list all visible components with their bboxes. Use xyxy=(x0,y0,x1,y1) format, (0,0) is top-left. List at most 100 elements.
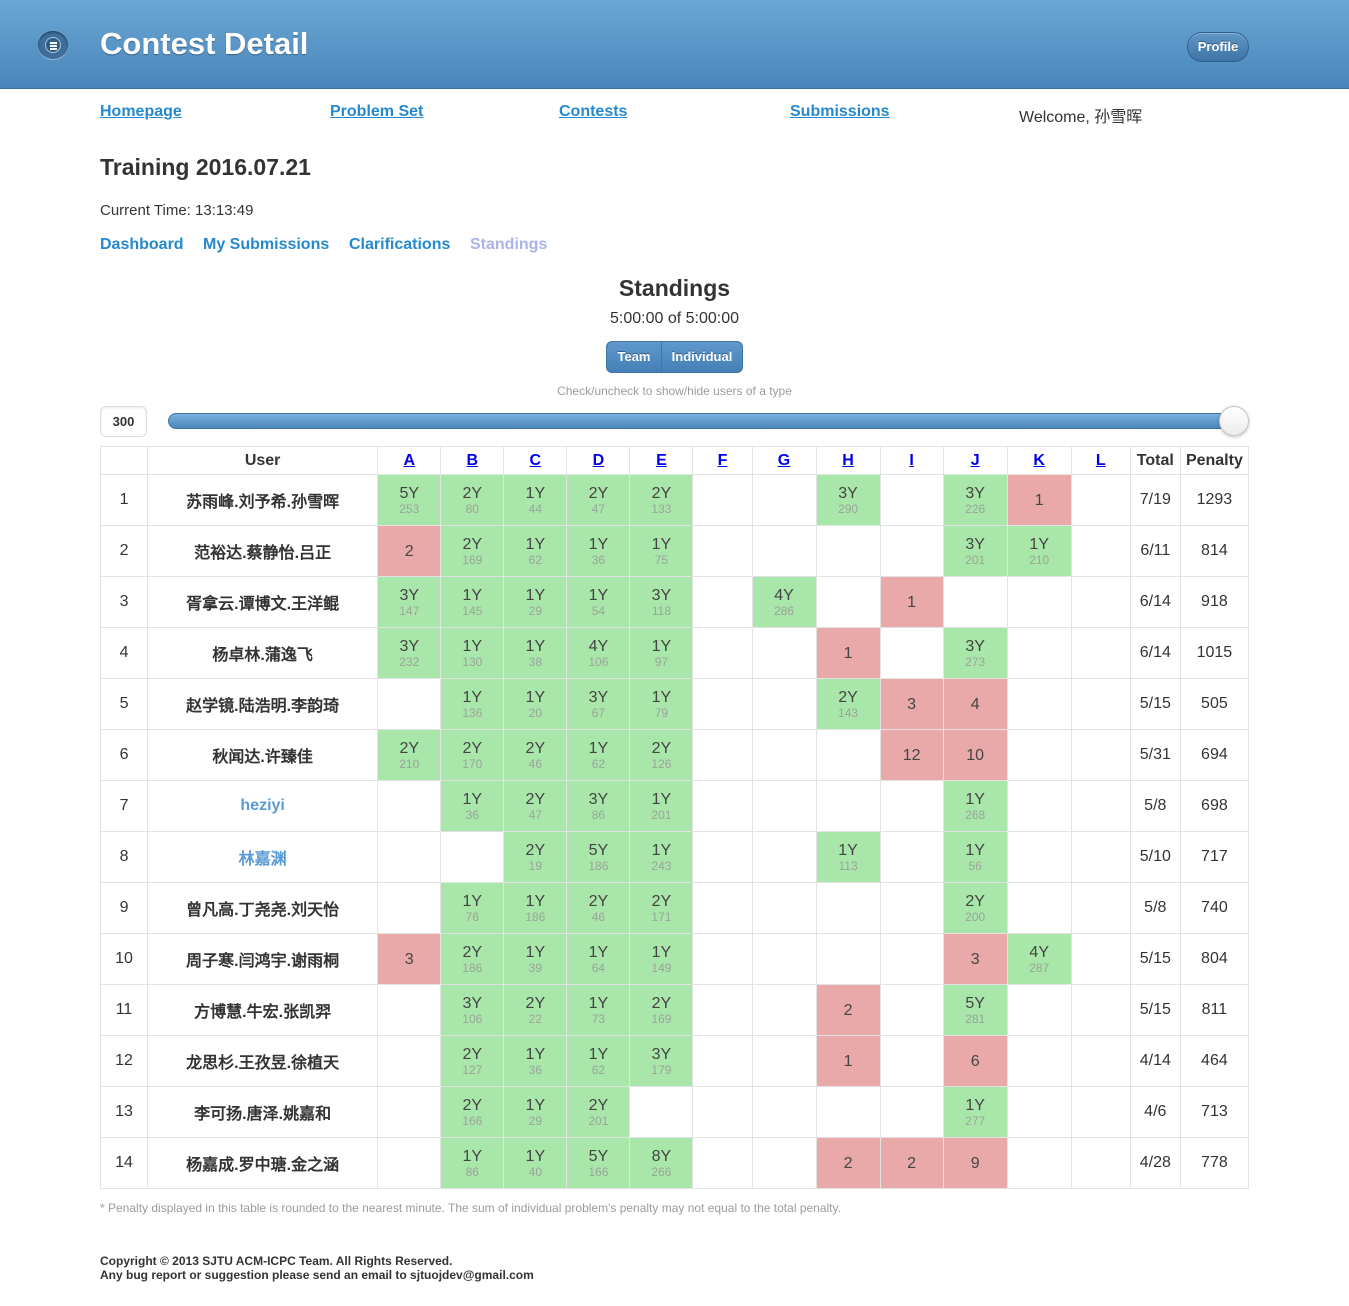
problem-cell xyxy=(692,627,753,679)
solve-time-text: 38 xyxy=(528,654,543,669)
problem-cell: 1Y 62 xyxy=(566,1035,631,1087)
problem-link-h[interactable]: H xyxy=(842,452,854,469)
solve-time-text: 287 xyxy=(1029,960,1050,975)
solve-time-text: 47 xyxy=(528,807,543,822)
problem-cell xyxy=(815,1086,881,1138)
user-type-toggle: Team Individual xyxy=(606,341,743,373)
problem-header-f: F xyxy=(692,446,753,475)
tab-my-submissions[interactable]: My Submissions xyxy=(203,236,329,254)
problem-link-e[interactable]: E xyxy=(656,452,667,469)
problem-cell xyxy=(1006,1137,1072,1189)
attempts-text: 3Y xyxy=(965,637,985,655)
solve-time-text: 286 xyxy=(774,603,795,618)
solve-time-text: 200 xyxy=(965,909,986,924)
problem-cell xyxy=(692,576,753,628)
solve-time-text: 22 xyxy=(528,1011,543,1026)
tab-dashboard[interactable]: Dashboard xyxy=(100,236,184,254)
rank-cell: 4 xyxy=(99,627,149,679)
problem-cell: 2Y 171 xyxy=(629,882,694,934)
attempts-text: 3Y xyxy=(965,484,985,502)
problem-cell: 2Y 169 xyxy=(440,525,505,577)
problem-cell: 2Y 170 xyxy=(440,729,505,781)
total-cell: 5/15 xyxy=(1129,678,1181,730)
time-slider-handle[interactable] xyxy=(1219,406,1249,436)
problem-link-g[interactable]: G xyxy=(778,452,790,469)
problem-link-l[interactable]: L xyxy=(1096,452,1106,469)
problem-cell: 1Y 20 xyxy=(503,678,568,730)
problem-link-f[interactable]: F xyxy=(718,452,728,469)
problem-cell: 1Y 64 xyxy=(566,933,631,985)
solve-time-text: 126 xyxy=(651,756,672,771)
time-slider-track[interactable] xyxy=(168,413,1248,429)
menu-button[interactable] xyxy=(38,31,68,59)
problem-cell xyxy=(1070,576,1131,628)
attempts-text: 1Y xyxy=(525,637,546,655)
problem-cell xyxy=(879,525,944,577)
problem-link-a[interactable]: A xyxy=(403,452,415,469)
bug-report-text: Any bug report or suggestion please send… xyxy=(100,1268,534,1282)
solve-time-text: 29 xyxy=(528,603,543,618)
rank-cell: 12 xyxy=(99,1035,149,1087)
attempts-text: 1Y xyxy=(651,688,672,706)
solve-time-text: 56 xyxy=(968,858,982,873)
problem-link-j[interactable]: J xyxy=(971,452,980,469)
user-cell: 秋闻达.许臻佳 xyxy=(147,729,379,781)
time-slider-value[interactable]: 300 xyxy=(100,406,147,437)
tab-clarifications[interactable]: Clarifications xyxy=(349,236,450,254)
attempts-text: 10 xyxy=(966,746,985,764)
solve-time-text: 186 xyxy=(588,858,609,873)
problem-cell xyxy=(879,831,944,883)
solve-time-text: 243 xyxy=(651,858,672,873)
solve-time-text: 166 xyxy=(588,1164,609,1179)
problem-cell: 5Y 186 xyxy=(566,831,631,883)
tab-standings[interactable]: Standings xyxy=(470,236,547,254)
problem-link-k[interactable]: K xyxy=(1033,452,1045,469)
problem-link-c[interactable]: C xyxy=(530,452,542,469)
solve-time-text: 253 xyxy=(399,501,420,516)
profile-button[interactable]: Profile xyxy=(1187,32,1249,62)
solve-time-text: 290 xyxy=(838,501,859,516)
problem-cell xyxy=(692,1035,753,1087)
nav-homepage-link[interactable]: Homepage xyxy=(100,103,182,121)
problem-cell xyxy=(692,933,753,985)
attempts-text: 1Y xyxy=(462,637,483,655)
solve-time-text: 273 xyxy=(965,654,986,669)
problem-cell: 3Y 86 xyxy=(566,780,631,832)
solve-time-text: 171 xyxy=(651,909,672,924)
table-row: 4 杨卓林.蒲逸飞 3Y 232 1Y 130 1Y 38 4Y 106 1Y 97 1 3Y 273 6/1… xyxy=(99,627,1250,679)
problem-cell: 4Y 106 xyxy=(566,627,631,679)
nav-submissions-link[interactable]: Submissions xyxy=(790,103,890,121)
team-toggle-button[interactable]: Team xyxy=(607,342,662,372)
solve-time-text: 86 xyxy=(465,1164,479,1179)
solve-time-text: 19 xyxy=(528,858,543,873)
individual-toggle-button[interactable]: Individual xyxy=(662,342,742,372)
problem-cell: 1Y 136 xyxy=(440,678,505,730)
problem-cell: 1Y 75 xyxy=(629,525,694,577)
problem-cell xyxy=(692,1086,753,1138)
attempts-text: 2Y xyxy=(525,739,546,757)
problem-cell xyxy=(692,1137,753,1189)
attempts-text: 3Y xyxy=(651,586,672,604)
problem-link-b[interactable]: B xyxy=(467,452,479,469)
problem-cell: 2Y 47 xyxy=(566,474,631,526)
user-cell: 杨卓林.蒲逸飞 xyxy=(147,627,379,679)
problem-cell xyxy=(815,576,881,628)
nav-problem-set-link[interactable]: Problem Set xyxy=(330,103,423,121)
attempts-text: 1Y xyxy=(965,841,985,859)
problem-cell xyxy=(692,831,753,883)
problem-cell xyxy=(751,831,817,883)
problem-cell: 1Y 186 xyxy=(503,882,568,934)
penalty-footnote: * Penalty displayed in this table is rou… xyxy=(100,1201,841,1215)
attempts-text: 5Y xyxy=(399,484,420,502)
nav-contests-link[interactable]: Contests xyxy=(559,103,627,121)
solve-time-text: 73 xyxy=(591,1011,606,1026)
attempts-text: 2Y xyxy=(525,790,546,808)
rank-cell: 3 xyxy=(99,576,149,628)
standings-table: User A B C D E F G H I J K L Total Penalty 1 苏雨峰.刘予希.孙… xyxy=(99,446,1250,1189)
problem-link-d[interactable]: D xyxy=(593,452,605,469)
problem-cell: 2Y 46 xyxy=(503,729,568,781)
total-cell: 5/15 xyxy=(1129,984,1181,1036)
problem-link-i[interactable]: I xyxy=(909,452,913,469)
problem-cell: 1Y 210 xyxy=(1006,525,1072,577)
total-cell: 5/8 xyxy=(1129,882,1181,934)
